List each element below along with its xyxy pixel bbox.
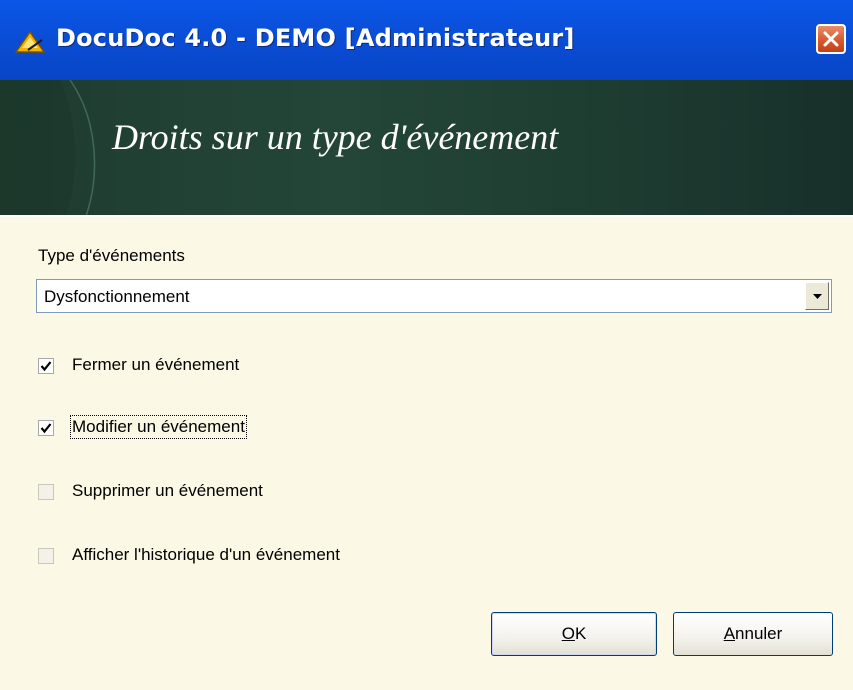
close-icon — [823, 31, 839, 47]
permission-label: Modifier un événement — [70, 415, 247, 439]
event-type-select[interactable]: Dysfonctionnement — [36, 279, 832, 313]
dialog-window: DocuDoc 4.0 - DEMO [Administrateur] Droi… — [0, 0, 853, 690]
permission-label: Fermer un événement — [72, 355, 240, 374]
banner-divider — [0, 215, 853, 217]
cancel-button-label: nnuler — [735, 624, 783, 643]
cancel-button[interactable]: Annuler — [673, 612, 833, 656]
header-banner: Droits sur un type d'événement — [0, 80, 853, 216]
select-dropdown-button[interactable] — [805, 282, 829, 310]
checkbox-show-history[interactable] — [38, 548, 54, 564]
checkmark-icon — [40, 361, 52, 372]
event-type-label: Type d'événements — [38, 246, 185, 265]
permission-label: Supprimer un événement — [72, 481, 263, 500]
checkmark-icon — [40, 423, 52, 434]
docudoc-logo-icon — [14, 30, 46, 53]
ok-button-mnemonic: O — [561, 624, 575, 643]
checkbox-modify-event[interactable] — [38, 420, 54, 436]
page-title: Droits sur un type d'événement — [112, 117, 559, 157]
permission-label: Afficher l'historique d'un événement — [72, 545, 340, 564]
event-type-selected-value: Dysfonctionnement — [44, 287, 190, 306]
checkbox-close-event[interactable] — [38, 358, 54, 374]
cancel-button-mnemonic: A — [723, 624, 736, 643]
close-button[interactable] — [816, 24, 846, 54]
ok-button-label: K — [574, 624, 587, 643]
chevron-down-icon — [813, 294, 822, 299]
checkbox-delete-event[interactable] — [38, 484, 54, 500]
window-title: DocuDoc 4.0 - DEMO [Administrateur] — [56, 24, 575, 52]
title-bar[interactable]: DocuDoc 4.0 - DEMO [Administrateur] — [0, 0, 853, 80]
ok-button[interactable]: OK — [491, 612, 657, 656]
